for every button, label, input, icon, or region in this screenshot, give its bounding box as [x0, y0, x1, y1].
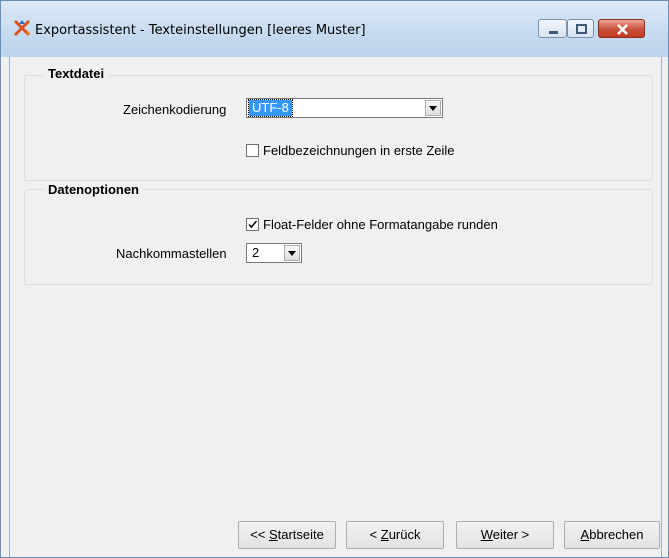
- maximize-icon: [576, 24, 587, 34]
- window-title: Exportassistent - Texteinstellungen [lee…: [35, 23, 366, 38]
- start-page-button[interactable]: << Startseite: [238, 521, 336, 549]
- encoding-select[interactable]: UTF-8: [246, 98, 443, 118]
- export-wizard-window: Exportassistent - Texteinstellungen [lee…: [0, 0, 669, 558]
- start-prefix: <<: [250, 527, 269, 542]
- chevron-down-icon[interactable]: [425, 100, 441, 116]
- decimals-value: 2: [252, 245, 260, 260]
- title-bar[interactable]: Exportassistent - Texteinstellungen [lee…: [1, 1, 668, 57]
- datenoptionen-group: [24, 189, 653, 285]
- close-button[interactable]: [598, 19, 645, 38]
- decimals-label: Nachkommastellen: [116, 246, 227, 261]
- back-button[interactable]: < Zurück: [346, 521, 444, 549]
- checkmark-icon: [248, 220, 258, 229]
- encoding-value: UTF-8: [248, 99, 293, 117]
- maximize-button[interactable]: [567, 19, 594, 38]
- next-mnemonic: W: [480, 527, 493, 542]
- datenoptionen-legend: Datenoptionen: [44, 182, 143, 197]
- back-rest: urück: [388, 527, 421, 542]
- wizard-content: Textdatei Zeichenkodierung UTF-8 Feldbez…: [9, 57, 662, 557]
- start-mnemonic: S: [268, 527, 278, 542]
- close-icon: [617, 24, 628, 35]
- textdatei-legend: Textdatei: [44, 66, 109, 81]
- back-mnemonic: Z: [380, 527, 389, 542]
- round-float-checkbox[interactable]: [246, 218, 259, 231]
- cancel-rest: bbrechen: [589, 527, 644, 542]
- chevron-down-icon[interactable]: [284, 245, 300, 261]
- round-float-label[interactable]: Float-Felder ohne Formatangabe runden: [263, 217, 498, 232]
- minimize-button[interactable]: [538, 19, 567, 38]
- header-row-checkbox[interactable]: [246, 144, 259, 157]
- cancel-button[interactable]: Abbrechen: [564, 521, 660, 549]
- minimize-icon: [549, 31, 558, 34]
- encoding-label: Zeichenkodierung: [123, 102, 227, 117]
- next-rest: eiter >: [492, 527, 530, 542]
- decimals-select[interactable]: 2: [246, 243, 302, 263]
- cross-arrows-app-icon: [13, 19, 31, 37]
- cancel-mnemonic: A: [580, 527, 590, 542]
- back-prefix: <: [369, 527, 381, 542]
- textdatei-group: [24, 75, 653, 181]
- header-row-label[interactable]: Feldbezeichnungen in erste Zeile: [263, 143, 455, 158]
- next-button[interactable]: Weiter >: [456, 521, 554, 549]
- start-rest: tartseite: [277, 527, 324, 542]
